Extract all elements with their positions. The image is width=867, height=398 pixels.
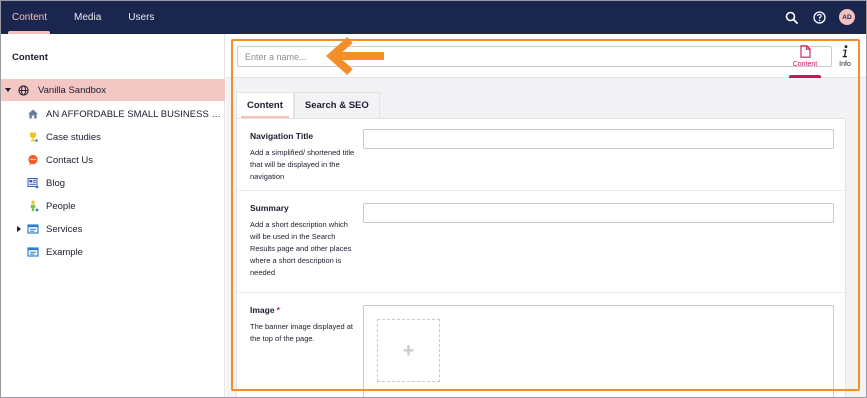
app-tab-label: Info: [839, 60, 851, 68]
tree-item-label: Contact Us: [46, 154, 93, 166]
image-picker: +: [363, 305, 834, 398]
document-icon: [799, 44, 811, 58]
app-tab-info[interactable]: Info: [825, 34, 865, 78]
sidebar: Content Vanilla Sandbox AN AFFORDABLE SM…: [0, 34, 225, 398]
property-navigation-title: Navigation Title Add a simplified/ short…: [237, 119, 847, 191]
window-icon: [27, 246, 39, 258]
avatar[interactable]: AD: [839, 9, 855, 25]
top-nav: Content Media Users: [0, 0, 163, 34]
name-input[interactable]: [237, 46, 832, 67]
add-image-button[interactable]: +: [377, 319, 440, 382]
globe-icon: [18, 84, 29, 96]
property-label: Navigation Title: [250, 131, 314, 141]
tab-content[interactable]: Content: [236, 92, 294, 118]
top-nav-media[interactable]: Media: [64, 0, 110, 34]
tree-item-label: AN AFFORDABLE SMALL BUSINESS W...: [46, 108, 222, 120]
property-image: Image * The banner image displayed at the…: [237, 293, 847, 398]
editor-header: Content Info: [226, 34, 867, 78]
help-icon[interactable]: [811, 9, 827, 25]
tree-item-label: Example: [46, 246, 83, 258]
tree-root-label: Vanilla Sandbox: [38, 84, 106, 96]
tree-root-vanilla-sandbox[interactable]: Vanilla Sandbox: [0, 79, 225, 101]
sidebar-title: Content: [12, 52, 48, 63]
property-label: Summary: [250, 203, 289, 213]
home-icon: [27, 108, 39, 120]
tree-item-case-studies[interactable]: Case studies: [0, 126, 225, 148]
property-label: Image *: [250, 305, 280, 315]
editor: Content Info Content Search & SEO Naviga…: [226, 34, 867, 398]
info-icon: [842, 44, 848, 57]
property-description: Add a simplified/ shortened title that w…: [250, 148, 355, 181]
top-bar: Content Media Users AD: [0, 0, 867, 34]
navigation-title-input[interactable]: [363, 129, 834, 149]
required-marker: *: [276, 305, 280, 315]
caret-down-icon[interactable]: [5, 88, 11, 92]
tree-item-people[interactable]: People: [0, 195, 225, 217]
tree-item-blog[interactable]: Blog: [0, 172, 225, 194]
search-icon[interactable]: [783, 9, 799, 25]
property-summary: Summary Add a short description which wi…: [237, 191, 847, 293]
app-tabs: Content Info: [785, 34, 865, 78]
chat-icon: [27, 154, 39, 166]
property-description: Add a short description which will be us…: [250, 220, 352, 277]
caret-right-icon[interactable]: [17, 226, 21, 232]
tree-item-contact-us[interactable]: Contact Us: [0, 149, 225, 171]
summary-input[interactable]: [363, 203, 834, 223]
tree-item-example[interactable]: Example: [0, 241, 225, 263]
tree-item-label: People: [46, 200, 76, 212]
trophy-icon: [27, 131, 39, 143]
app-tab-content[interactable]: Content: [785, 34, 825, 78]
properties-panel: Navigation Title Add a simplified/ short…: [236, 118, 847, 398]
top-actions: AD: [783, 0, 855, 34]
tree-item-label: Services: [46, 223, 83, 235]
blog-icon: [27, 177, 39, 189]
property-description: The banner image displayed at the top of…: [250, 322, 353, 343]
content-tabs: Content Search & SEO: [236, 92, 380, 118]
plus-icon: +: [402, 339, 415, 362]
person-icon: [27, 200, 39, 212]
top-nav-content[interactable]: Content: [2, 0, 56, 34]
tree-item-label: Blog: [46, 177, 66, 189]
tree-item-services[interactable]: Services: [0, 218, 225, 240]
tree-item-home[interactable]: AN AFFORDABLE SMALL BUSINESS W...: [0, 103, 225, 125]
top-nav-users[interactable]: Users: [118, 0, 163, 34]
tree-item-label: Case studies: [46, 131, 101, 143]
app-tab-label: Content: [792, 60, 818, 68]
window-icon: [27, 223, 39, 235]
tab-search-seo[interactable]: Search & SEO: [293, 92, 380, 118]
property-label-text: Image: [250, 305, 275, 315]
